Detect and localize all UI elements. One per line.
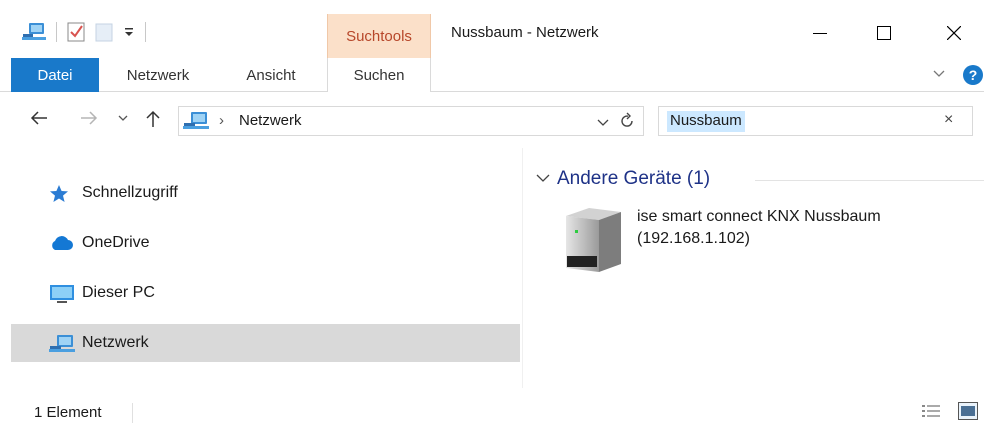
nav-item-this-pc[interactable]: Dieser PC <box>11 274 520 312</box>
device-ip: (192.168.1.102) <box>637 230 750 247</box>
contextual-group-label: Suchtools <box>346 28 412 45</box>
star-icon <box>49 184 69 208</box>
server-icon <box>561 206 625 280</box>
search-input[interactable]: Nussbaum <box>667 111 745 132</box>
address-bar[interactable]: › Netzwerk <box>178 106 644 136</box>
nav-item-label: Schnellzugriff <box>82 184 178 201</box>
status-separator <box>132 403 133 423</box>
tab-search[interactable]: Suchen <box>327 58 431 93</box>
forward-arrow-icon <box>81 111 98 125</box>
nav-item-label: Dieser PC <box>82 284 155 301</box>
clear-search-icon[interactable]: × <box>944 111 953 129</box>
chevron-down-icon[interactable] <box>535 171 551 188</box>
content-pane: Andere Geräte (1) ise smart connect KNX … <box>523 148 984 388</box>
cloud-icon <box>49 234 73 256</box>
back-button[interactable] <box>30 110 48 126</box>
nav-item-network[interactable]: Netzwerk <box>11 324 520 362</box>
nav-item-label: Netzwerk <box>82 334 149 351</box>
tab-view[interactable]: Ansicht <box>226 58 316 92</box>
tab-file[interactable]: Datei <box>11 58 99 92</box>
contextual-tab-group: Suchtools <box>327 14 431 58</box>
maximize-icon <box>877 26 891 40</box>
group-divider-line <box>755 180 984 181</box>
toolbar-separator <box>56 22 57 42</box>
network-icon[interactable] <box>22 22 46 42</box>
maximize-button[interactable] <box>864 18 904 48</box>
back-arrow-icon <box>30 111 47 125</box>
group-header[interactable]: Andere Geräte (1) <box>535 168 710 190</box>
breadcrumb-separator[interactable]: › <box>219 112 224 129</box>
breadcrumb-network[interactable]: Netzwerk <box>239 112 302 129</box>
nav-item-label: OneDrive <box>82 234 150 251</box>
forward-button[interactable] <box>80 110 98 126</box>
item-count: 1 Element <box>34 404 102 421</box>
refresh-icon[interactable] <box>619 112 635 134</box>
toolbar-separator <box>145 22 146 42</box>
chevron-down-icon <box>118 115 128 121</box>
device-item[interactable]: ise smart connect KNX Nussbaum (192.168.… <box>561 206 981 286</box>
quick-access-toolbar <box>22 22 146 42</box>
chevron-down-icon[interactable] <box>597 115 609 132</box>
new-folder-icon[interactable] <box>95 22 113 42</box>
recent-locations-button[interactable] <box>118 114 128 122</box>
address-row: › Netzwerk Nussbaum × <box>0 92 984 148</box>
customize-toolbar-icon[interactable] <box>123 26 135 38</box>
device-name: ise smart connect KNX Nussbaum <box>637 208 881 225</box>
minimize-button[interactable] <box>800 18 840 48</box>
nav-item-quick-access[interactable]: Schnellzugriff <box>11 174 520 212</box>
search-box[interactable]: Nussbaum × <box>658 106 973 136</box>
help-icon[interactable]: ? <box>963 65 983 85</box>
chevron-down-icon[interactable] <box>932 66 946 84</box>
properties-icon[interactable] <box>67 22 85 42</box>
tab-network[interactable]: Netzwerk <box>112 58 204 92</box>
nav-item-onedrive[interactable]: OneDrive <box>11 224 520 262</box>
ribbon-tabs: Datei Netzwerk Ansicht Suchen ? <box>0 58 984 93</box>
navigation-pane: Schnellzugriff OneDrive Dieser PC Netzwe… <box>0 148 522 388</box>
monitor-icon <box>49 284 75 308</box>
up-arrow-icon <box>146 110 160 127</box>
tiles-view-icon[interactable] <box>958 402 978 424</box>
close-button[interactable] <box>934 18 974 48</box>
close-icon <box>947 26 961 40</box>
group-title: Andere Geräte (1) <box>557 168 711 189</box>
network-icon <box>49 334 75 358</box>
details-view-icon[interactable] <box>922 404 940 422</box>
window-title: Nussbaum - Netzwerk <box>451 24 599 41</box>
title-bar: Suchtools Nussbaum - Netzwerk <box>0 0 984 58</box>
up-button[interactable] <box>145 110 161 128</box>
status-bar: 1 Element <box>0 388 984 427</box>
network-icon <box>183 111 209 135</box>
minimize-icon <box>813 33 827 34</box>
